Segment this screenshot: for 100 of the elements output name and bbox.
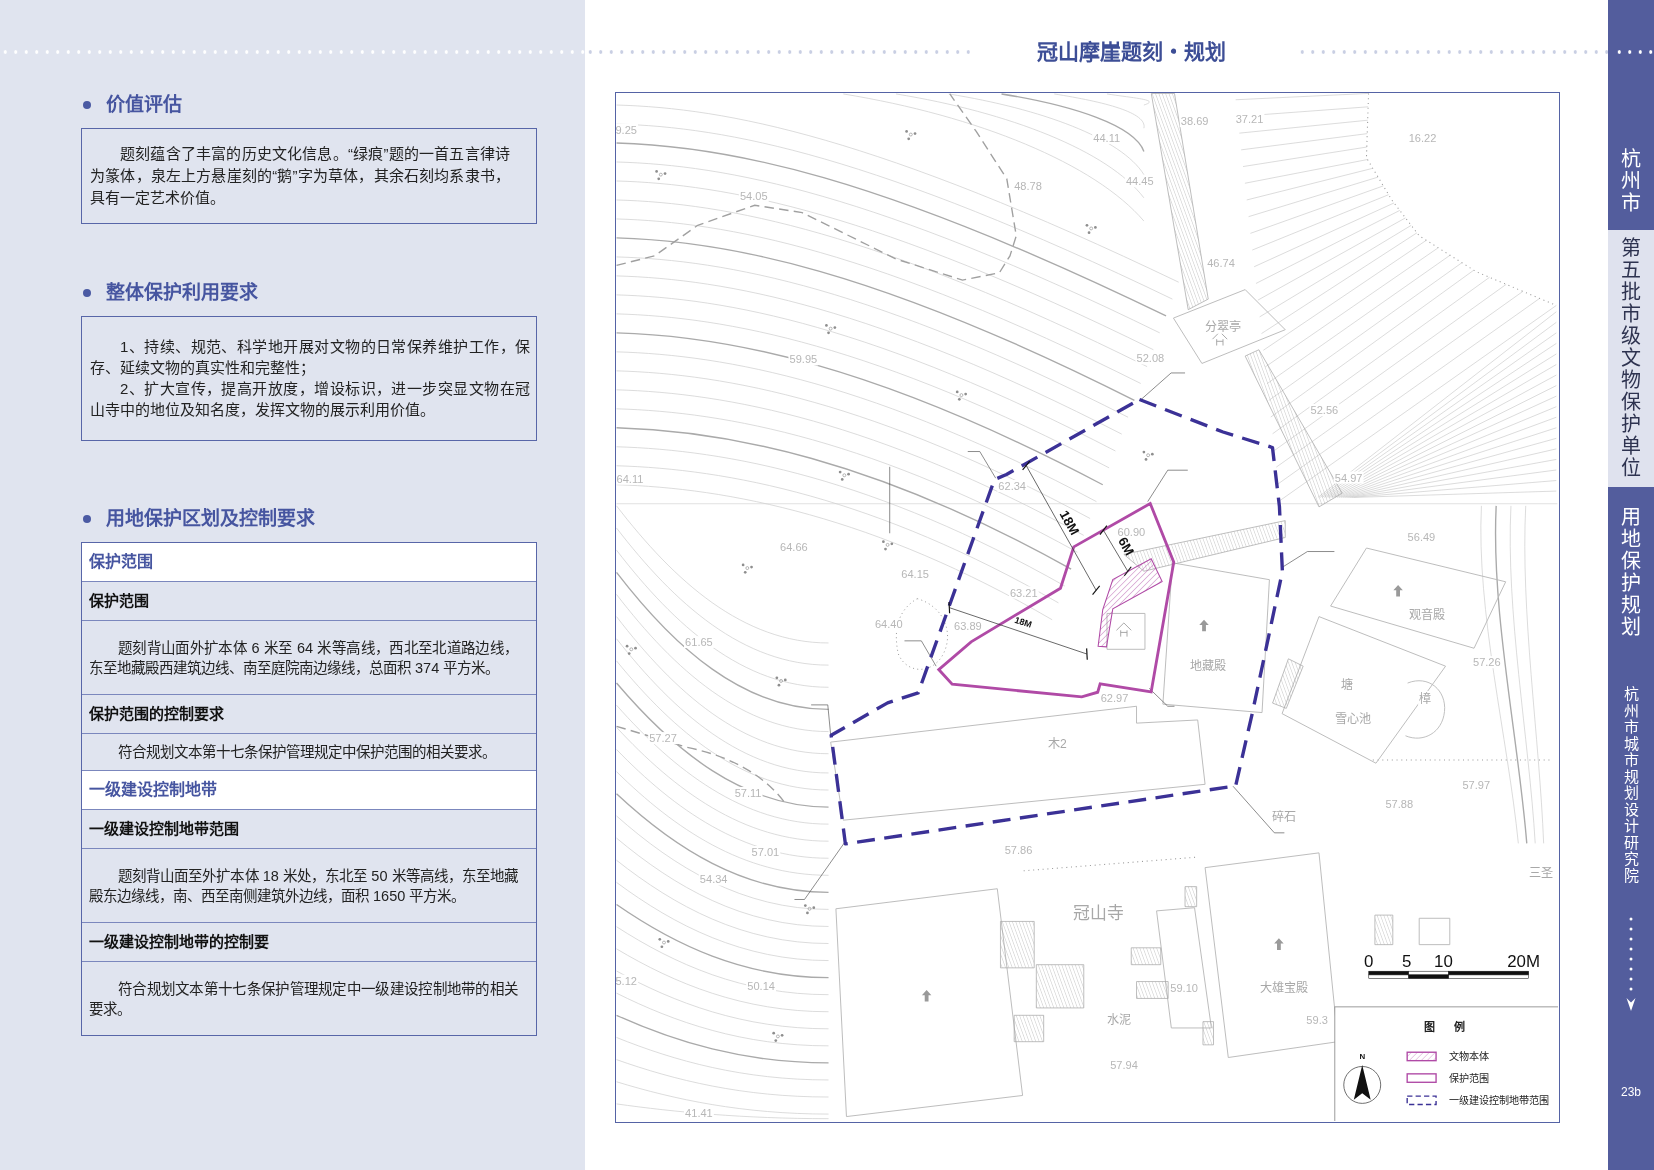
dimension-label: 18M	[1056, 508, 1083, 538]
place-label: 冠山寺	[1073, 904, 1125, 924]
stairs-drawing	[1136, 981, 1169, 999]
stairs-drawing	[1130, 947, 1162, 966]
elevation-label: 9.25	[616, 123, 637, 136]
legend-label: 一级建设控制地带范围	[1449, 1095, 1550, 1106]
dot-cluster-icon	[1142, 450, 1154, 461]
sidebar-label: 杭州市	[1621, 148, 1641, 214]
place-label: 观音殿	[1408, 607, 1445, 622]
dotted-down-arrow-icon	[1626, 916, 1636, 1011]
leader-line	[1147, 469, 1189, 502]
sidebar-label: 用地保护规划	[1621, 506, 1641, 638]
section-heading: 整体保护利用要求	[106, 281, 258, 305]
stairs-drawing	[1202, 1021, 1214, 1046]
leader-line	[794, 842, 845, 900]
legend-label: 保护范围	[1449, 1072, 1490, 1084]
elevation-label: 44.11	[1093, 131, 1121, 144]
building-outline	[1418, 917, 1451, 946]
elevation-label: 5.12	[616, 974, 637, 987]
elevation-label: 57.97	[1462, 778, 1491, 791]
row-label: 保护范围的控制要求	[89, 704, 225, 724]
leader-line	[1140, 372, 1186, 400]
dot-cluster-icon	[1085, 223, 1097, 235]
up-arrow-icon	[1393, 584, 1403, 597]
dot-cluster-icon	[655, 170, 667, 181]
elevation-label: 57.94	[1110, 1059, 1138, 1072]
paragraph: 2、扩大宣传，提高开放度，增设标识，进一步突显文物在冠山寺中的地位及知名度，发挥文物的展示利用价值。	[90, 379, 530, 420]
dot-cluster-icon	[882, 540, 894, 551]
dot-cluster-icon	[905, 130, 917, 141]
elevation-label: 64.40	[874, 618, 903, 631]
elevation-label: 37.21	[1235, 112, 1264, 125]
dot-cluster-icon	[803, 904, 816, 915]
stairs-drawing	[1013, 1014, 1045, 1043]
dot-cluster-icon	[775, 676, 787, 687]
elevation-label: 44.45	[1125, 175, 1154, 188]
elevation-label: 16.22	[1408, 131, 1437, 144]
elevation-label: 56.49	[1407, 530, 1436, 543]
leader-line	[1148, 688, 1175, 707]
place-label: 三圣	[1528, 866, 1553, 881]
leader-line	[810, 704, 831, 736]
dot-cluster-icon	[838, 470, 850, 481]
legend-label: 文物本体	[1449, 1051, 1490, 1063]
elevation-label: 54.97	[1334, 471, 1363, 484]
elevation-label: 63.21	[1009, 586, 1038, 599]
table-section-title: 保护范围	[89, 552, 154, 572]
page-number: 23b	[1620, 1084, 1642, 1100]
elevation-label: 57.11	[734, 786, 762, 799]
elevation-label: 62.97	[1100, 692, 1129, 705]
row-label: 一级建设控制地带的控制要	[89, 932, 270, 952]
elevation-label: 54.05	[739, 189, 768, 202]
dot-cluster-icon	[625, 644, 637, 655]
elevation-label: 52.08	[1136, 352, 1165, 365]
leader-line	[1232, 785, 1285, 834]
scale-label: 5	[1402, 951, 1412, 971]
row-label: 保护范围	[89, 591, 150, 611]
up-arrow-icon	[1274, 938, 1284, 950]
leader-line	[889, 466, 891, 534]
sidebar-label: 第五批市级文物保护单位	[1621, 237, 1641, 479]
bullet-icon	[83, 289, 91, 297]
elevation-label: 63.89	[954, 620, 982, 633]
elevation-label: 57.26	[1473, 656, 1501, 669]
place-label: 水泥	[1107, 1012, 1131, 1027]
dot-cluster-icon	[955, 390, 967, 401]
elevation-label: 46.74	[1207, 257, 1235, 270]
row-text: 题刻背山面至外扩本体 18 米处，东北至 50 米等高线，东至地藏殿东边缘线，南、西至南侧建筑外边线，面积 1650 平方米。	[89, 867, 518, 906]
dimension-label: 18M	[1013, 614, 1033, 630]
elevation-label: 57.86	[1004, 843, 1033, 856]
section-heading: 用地保护区划及控制要求	[106, 507, 315, 531]
scale-label: 20M	[1507, 951, 1540, 971]
stairs-drawing	[1000, 921, 1035, 969]
row-text: 题刻背山面外扩本体 6 米至 64 米等高线，西北至北道路边线，东至地藏殿西建筑边线、南至庭院南边缘线，总面积 374 平方米。	[89, 639, 518, 678]
elevation-label: 64.11	[616, 472, 644, 485]
elevation-label: 59.3	[1306, 1013, 1328, 1026]
elevation-label: 54.34	[699, 873, 728, 886]
elevation-label: 38.69	[1180, 115, 1209, 128]
elevation-label: 57.01	[751, 846, 780, 859]
place-label: 樟	[1419, 692, 1432, 707]
section-heading: 价值评估	[106, 93, 182, 117]
stairs-drawing	[1184, 886, 1197, 908]
up-arrow-icon	[921, 990, 932, 1002]
table-section-title: 一级建设控制地带	[89, 779, 218, 800]
dot-cluster-icon	[825, 324, 837, 335]
elevation-label: 59.95	[789, 353, 818, 366]
elevation-label: 64.15	[901, 567, 929, 580]
bullet-icon	[83, 515, 91, 523]
scale-label: 0	[1364, 951, 1374, 971]
legend-title: 图 例	[1423, 1021, 1466, 1034]
elevation-label: 57.88	[1385, 797, 1414, 810]
row-label: 一级建设控制地带范围	[89, 819, 240, 839]
elevation-label: 61.65	[685, 636, 713, 649]
place-label: 大雄宝殿	[1259, 981, 1308, 996]
stairs-drawing	[1272, 658, 1304, 709]
elevation-label: 48.78	[1014, 180, 1042, 193]
roof-symbol-icon	[1116, 622, 1132, 638]
elevation-label: 41.41	[685, 1106, 713, 1119]
elevation-label: 62.34	[998, 480, 1027, 492]
paragraph: 题刻蕴含了丰富的历史文化信息。“绿痕”题的一首五言律诗为篆体，泉左上方悬崖刻的“鹅”字为草体，其余石刻均系隶书，具有一定艺术价值。	[90, 144, 510, 208]
page-title: 冠山摩崖题刻・规划	[1037, 40, 1226, 64]
publisher-name: 杭州市城市规划设计研究院	[1623, 686, 1639, 884]
dot-cluster-icon	[772, 1031, 784, 1042]
